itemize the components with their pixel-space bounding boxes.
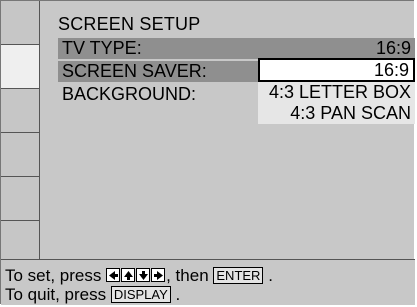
menu-tab-2-selected[interactable] [1,45,39,89]
help-quit-suffix: . [175,285,181,304]
settings-panel: SCREEN SETUP TV TYPE: 16:9 SCREEN SAVER:… [39,1,415,259]
row-screen-saver[interactable]: SCREEN SAVER: [58,61,258,82]
option-16-9[interactable]: 16:9 [258,58,415,82]
down-arrow-icon [136,268,151,282]
panel-title: SCREEN SETUP [58,14,201,34]
help-line-set: To set, press , then ENTER . [5,266,273,286]
display-key: DISPLAY [110,286,171,303]
help-set-suffix: . [268,266,273,285]
menu-tab-6[interactable] [1,221,39,259]
row-tv-type[interactable]: TV TYPE: 16:9 [58,38,415,59]
enter-key: ENTER [213,267,264,284]
option-4-3-pan-scan[interactable]: 4:3 PAN SCAN [258,103,415,124]
menu-tab-1[interactable] [1,1,39,45]
help-quit-prefix: To quit, press [5,285,107,304]
help-footer: To set, press , then ENTER . To quit, pr… [1,259,415,305]
tv-type-value: 16:9 [375,38,411,58]
up-arrow-icon [121,268,136,282]
help-set-mid: , then [166,266,209,285]
menu-tab-4[interactable] [1,133,39,177]
tv-type-dropdown[interactable]: 16:9 4:3 LETTER BOX 4:3 PAN SCAN [258,58,415,124]
help-line-quit: To quit, press DISPLAY . [5,285,180,304]
setup-screen: SCREEN SETUP TV TYPE: 16:9 SCREEN SAVER:… [0,0,415,305]
option-4-3-letter-box[interactable]: 4:3 LETTER BOX [258,82,415,103]
arrow-keys [106,267,166,286]
help-set-prefix: To set, press [5,266,102,285]
tv-type-label: TV TYPE: [62,38,142,58]
screen-saver-label: SCREEN SAVER: [62,61,207,81]
menu-tab-3[interactable] [1,89,39,133]
left-arrow-icon [106,268,121,282]
menu-tabs [1,1,39,259]
background-label: BACKGROUND: [62,84,197,104]
menu-tab-5[interactable] [1,177,39,221]
right-arrow-icon [151,268,166,282]
